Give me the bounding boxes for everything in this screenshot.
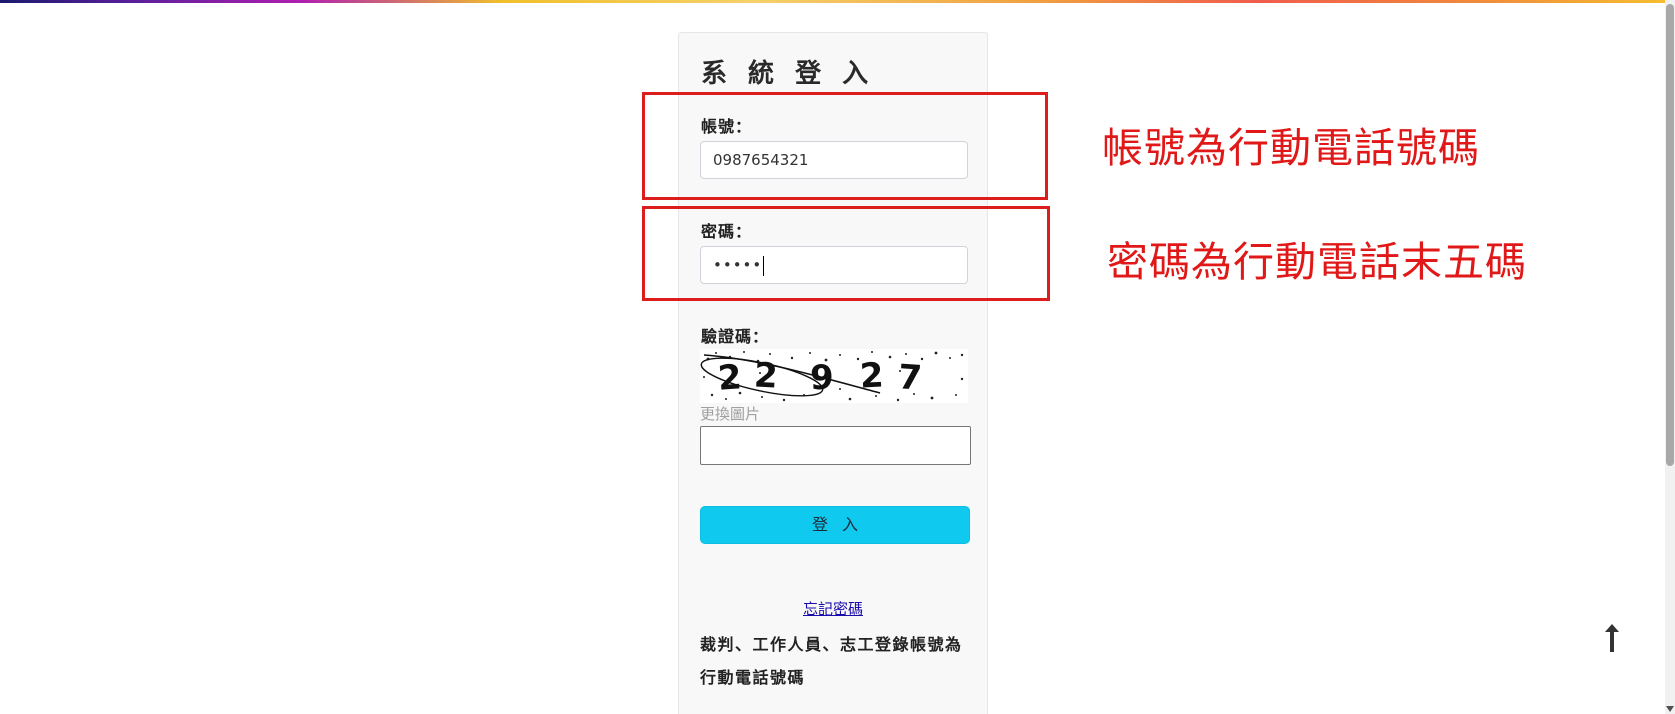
- account-highlight-box: [642, 92, 1048, 200]
- scrollbar-thumb[interactable]: [1666, 4, 1674, 466]
- password-annotation: 密碼為行動電話末五碼: [1107, 238, 1527, 286]
- scroll-down-icon[interactable]: [1666, 706, 1674, 712]
- login-button[interactable]: 登入: [700, 506, 970, 544]
- forgot-password-link[interactable]: 忘記密碼: [679, 598, 987, 619]
- password-highlight-box: [642, 206, 1050, 301]
- account-annotation: 帳號為行動電話號碼: [1102, 124, 1480, 172]
- captcha-image: 2 2 9 2 7: [700, 349, 968, 403]
- arrow-up-icon[interactable]: [1602, 622, 1622, 654]
- vertical-scrollbar[interactable]: [1665, 0, 1675, 714]
- svg-text:2: 2: [717, 357, 743, 399]
- page-title: 系 統 登 入: [701, 59, 875, 89]
- svg-text:7: 7: [897, 357, 923, 399]
- account-note: 裁判、工作人員、志工登錄帳號為行動電話號碼: [700, 635, 963, 687]
- captcha-label: 驗證碼：: [701, 327, 770, 346]
- change-captcha-link[interactable]: 更換圖片: [700, 403, 760, 424]
- top-gradient-bar: [0, 0, 1675, 3]
- captcha-input[interactable]: [700, 426, 971, 465]
